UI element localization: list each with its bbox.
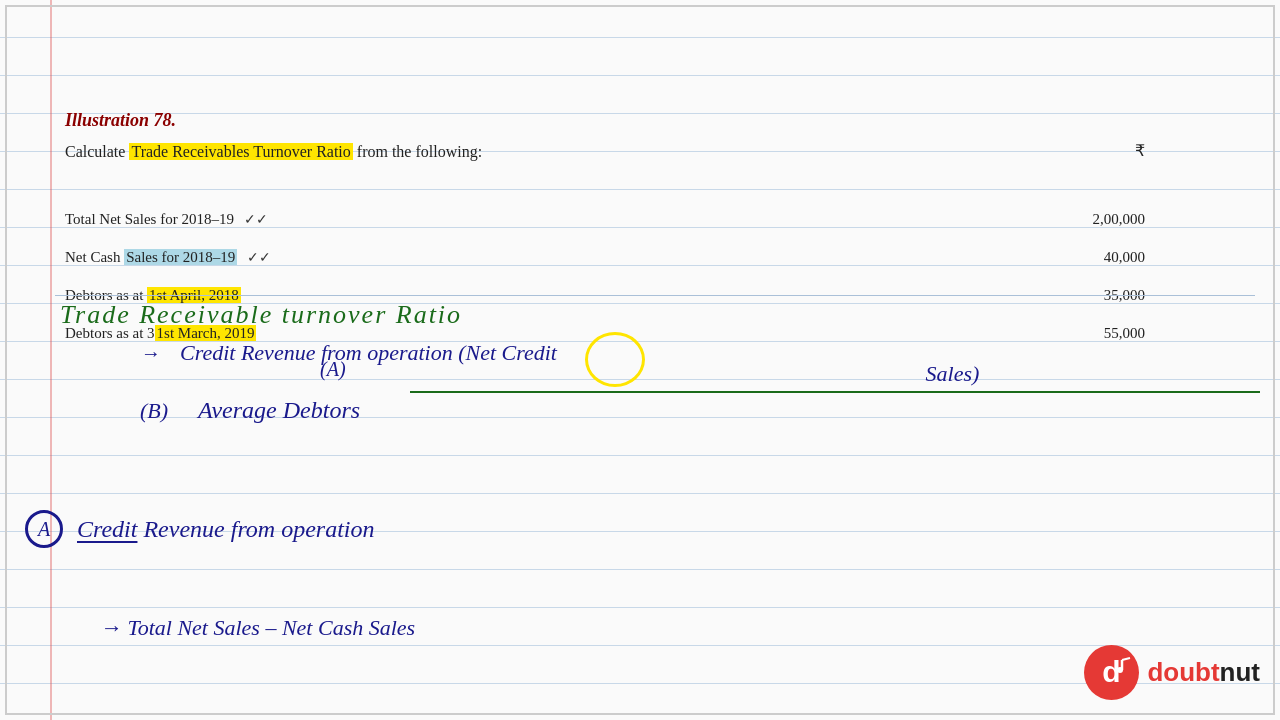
doubtnut-logo: d doubtnut bbox=[1084, 645, 1260, 700]
doubtnut-text: doubtnut bbox=[1147, 657, 1260, 688]
section-a-sub: → Total Net Sales – Net Cash Sales bbox=[100, 615, 415, 641]
trade-ratio-title: Trade Receivable turnover Ratio bbox=[60, 300, 1260, 330]
table-row: Net Cash Sales for 2018–19 ✓✓ 40,000 bbox=[65, 239, 1165, 277]
highlight-sales: Sales for 2018–19 bbox=[124, 249, 237, 265]
formula-divider bbox=[410, 391, 1260, 393]
rupee-header: ₹ bbox=[1135, 141, 1145, 160]
doubtnut-icon: d bbox=[1084, 645, 1139, 700]
formula-b-text: Average Debtors bbox=[198, 397, 360, 424]
row-label-2: Net Cash Sales for 2018–19 ✓✓ bbox=[65, 249, 1045, 266]
section-a-title: Credit Revenue from operation bbox=[77, 516, 375, 542]
checkmark-2: ✓✓ bbox=[247, 250, 271, 265]
formula-b-label: (B) bbox=[140, 398, 168, 424]
row-label-1: Total Net Sales for 2018–19 ✓✓ bbox=[65, 211, 1045, 228]
formula-label-a: Credit Revenue from operation (Net Credi… bbox=[180, 340, 557, 366]
doubtnut-red-text: doubt bbox=[1147, 657, 1219, 687]
row-value-1: 2,00,000 bbox=[1045, 211, 1165, 228]
solution-section: Trade Receivable turnover Ratio → Credit… bbox=[60, 300, 1260, 424]
formula-section: → Credit Revenue from operation (Net Cre… bbox=[60, 340, 1260, 424]
formula-row-a: → Credit Revenue from operation (Net Cre… bbox=[140, 340, 1260, 366]
credit-underline: Credit bbox=[77, 516, 137, 543]
content-area: Illustration 78. Calculate Trade Receiva… bbox=[0, 0, 1280, 720]
illustration-title: Illustration 78. bbox=[65, 110, 1165, 131]
illustration-question: Calculate Trade Receivables Turnover Rat… bbox=[65, 139, 1165, 165]
section-a: A Credit Revenue from operation bbox=[25, 510, 1225, 548]
highlight-trade-receivables: Trade Receivables Turnover Ratio bbox=[129, 143, 352, 160]
checkmark-1: ✓✓ bbox=[244, 212, 268, 227]
circle-highlight bbox=[585, 332, 645, 387]
formula-arrow: → bbox=[140, 342, 160, 365]
svg-point-4 bbox=[1117, 667, 1123, 673]
row-value-2: 40,000 bbox=[1045, 249, 1165, 266]
circle-a-icon: A bbox=[25, 510, 63, 548]
separator-line bbox=[55, 295, 1255, 296]
table-row: Total Net Sales for 2018–19 ✓✓ 2,00,000 bbox=[65, 201, 1165, 239]
formula-row-b: (B) Average Debtors bbox=[140, 397, 1260, 424]
